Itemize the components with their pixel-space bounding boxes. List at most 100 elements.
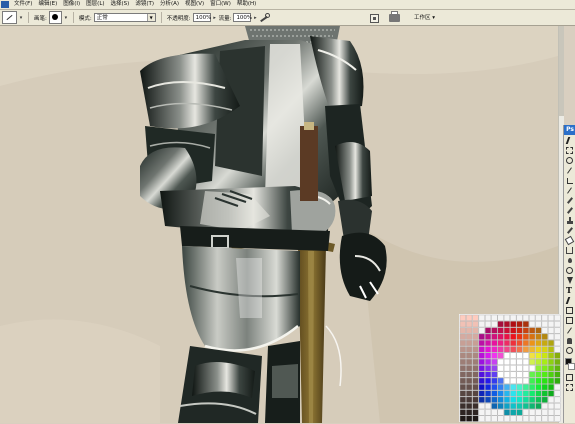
swatch-cell[interactable] (510, 327, 517, 334)
swatch-cell[interactable] (491, 390, 498, 397)
swatch-cell[interactable] (554, 327, 561, 334)
swatch-cell[interactable] (497, 365, 504, 372)
swatch-cell[interactable] (547, 409, 555, 416)
swatch-cell[interactable] (503, 377, 510, 384)
swatch-cell[interactable] (516, 314, 523, 321)
swatch-cell[interactable] (554, 377, 561, 384)
swatch-cell[interactable] (516, 358, 523, 365)
swatch-cell[interactable] (510, 358, 517, 365)
swatch-cell[interactable] (535, 377, 542, 384)
menu-file[interactable]: 文件(F) (11, 0, 35, 9)
swatch-cell[interactable] (541, 415, 548, 422)
swatch-cell[interactable] (516, 365, 523, 372)
swatch-cell[interactable] (497, 396, 504, 403)
swatch-cell[interactable] (547, 402, 555, 410)
swatch-cell[interactable] (491, 415, 498, 422)
swatch-cell[interactable] (491, 396, 498, 403)
swatch-cell[interactable] (529, 352, 536, 359)
color-swatches[interactable] (565, 358, 575, 372)
swatch-cell[interactable] (547, 415, 555, 422)
swatch-cell[interactable] (472, 377, 479, 384)
swatch-cell[interactable] (510, 333, 517, 340)
swatch-cell[interactable] (491, 352, 498, 359)
chevron-down-icon[interactable]: ▾ (64, 12, 68, 23)
swatch-cell[interactable] (478, 327, 485, 334)
swatch-cell[interactable] (491, 333, 498, 340)
swatch-cell[interactable] (554, 333, 561, 340)
swatch-cell[interactable] (478, 384, 485, 391)
swatch-cell[interactable] (522, 352, 529, 359)
swatch-cell[interactable] (491, 321, 498, 328)
swatch-cell[interactable] (554, 321, 561, 328)
swatch-cell[interactable] (459, 377, 466, 384)
swatch-cell[interactable] (522, 377, 529, 384)
swatch-cell[interactable] (503, 314, 510, 321)
swatch-cell[interactable] (541, 390, 548, 397)
swatch-cell[interactable] (503, 346, 510, 353)
swatch-cell[interactable] (478, 396, 485, 403)
opacity-input[interactable]: 100% (192, 13, 211, 22)
swatch-cell[interactable] (554, 415, 561, 422)
swatch-cell[interactable] (529, 377, 536, 384)
swatch-cell[interactable] (554, 346, 561, 353)
swatch-cell[interactable] (554, 396, 561, 403)
brush-preset-picker[interactable] (48, 11, 62, 24)
clone-stamp-tool[interactable] (565, 216, 575, 225)
menu-view[interactable]: 视图(V) (182, 0, 207, 9)
swatch-cell[interactable] (485, 396, 492, 403)
swatch-cell[interactable] (529, 346, 536, 353)
swatch-cell[interactable] (466, 321, 473, 328)
swatch-cell[interactable] (466, 358, 473, 365)
swatch-cell[interactable] (459, 390, 466, 397)
swatch-cell[interactable] (466, 346, 473, 353)
menu-image[interactable]: 图像(I) (60, 0, 83, 9)
swatch-cell[interactable] (535, 384, 542, 391)
swatch-cell[interactable] (491, 384, 498, 391)
swatch-cell[interactable] (516, 352, 523, 359)
swatch-cell[interactable] (522, 358, 529, 365)
workspace-button[interactable]: 工作区 ▾ (410, 12, 439, 24)
swatch-cell[interactable] (547, 371, 555, 378)
swatch-cell[interactable] (466, 402, 473, 410)
path-select-tool[interactable] (565, 296, 575, 305)
swatch-cell[interactable] (491, 365, 498, 372)
swatch-cell[interactable] (497, 321, 504, 328)
swatch-cell[interactable] (535, 352, 542, 359)
swatch-cell[interactable] (547, 352, 555, 359)
swatch-cell[interactable] (466, 365, 473, 372)
swatch-cell[interactable] (510, 396, 517, 403)
swatch-cell[interactable] (529, 321, 536, 328)
swatch-cell[interactable] (535, 327, 542, 334)
swatch-cell[interactable] (472, 384, 479, 391)
swatch-cell[interactable] (478, 333, 485, 340)
swatch-cell[interactable] (466, 377, 473, 384)
swatch-cell[interactable] (503, 365, 510, 372)
swatch-cell[interactable] (547, 321, 555, 328)
lasso-tool[interactable] (565, 156, 575, 165)
swatch-cell[interactable] (547, 314, 555, 321)
swatch-cell[interactable] (503, 402, 510, 410)
swatch-cell[interactable] (497, 384, 504, 391)
swatch-cell[interactable] (535, 333, 542, 340)
quick-mask-toggle[interactable] (565, 373, 575, 382)
swatch-cell[interactable] (522, 333, 529, 340)
swatch-cell[interactable] (478, 340, 485, 347)
zoom-tool[interactable] (565, 346, 575, 355)
swatch-cell[interactable] (529, 384, 536, 391)
swatch-cell[interactable] (541, 314, 548, 321)
swatch-cell[interactable] (529, 415, 536, 422)
swatch-cell[interactable] (491, 340, 498, 347)
swatch-cell[interactable] (503, 409, 510, 416)
background-color[interactable] (568, 363, 575, 370)
menu-window[interactable]: 窗口(W) (207, 0, 234, 9)
swatch-cell[interactable] (503, 371, 510, 378)
swatch-cell[interactable] (547, 390, 555, 397)
swatch-cell[interactable] (516, 346, 523, 353)
swatch-cell[interactable] (503, 384, 510, 391)
swatch-cell[interactable] (459, 365, 466, 372)
swatch-cell[interactable] (554, 314, 561, 321)
swatch-cell[interactable] (554, 371, 561, 378)
swatch-cell[interactable] (472, 352, 479, 359)
swatch-cell[interactable] (547, 358, 555, 365)
swatch-cell[interactable] (516, 409, 523, 416)
